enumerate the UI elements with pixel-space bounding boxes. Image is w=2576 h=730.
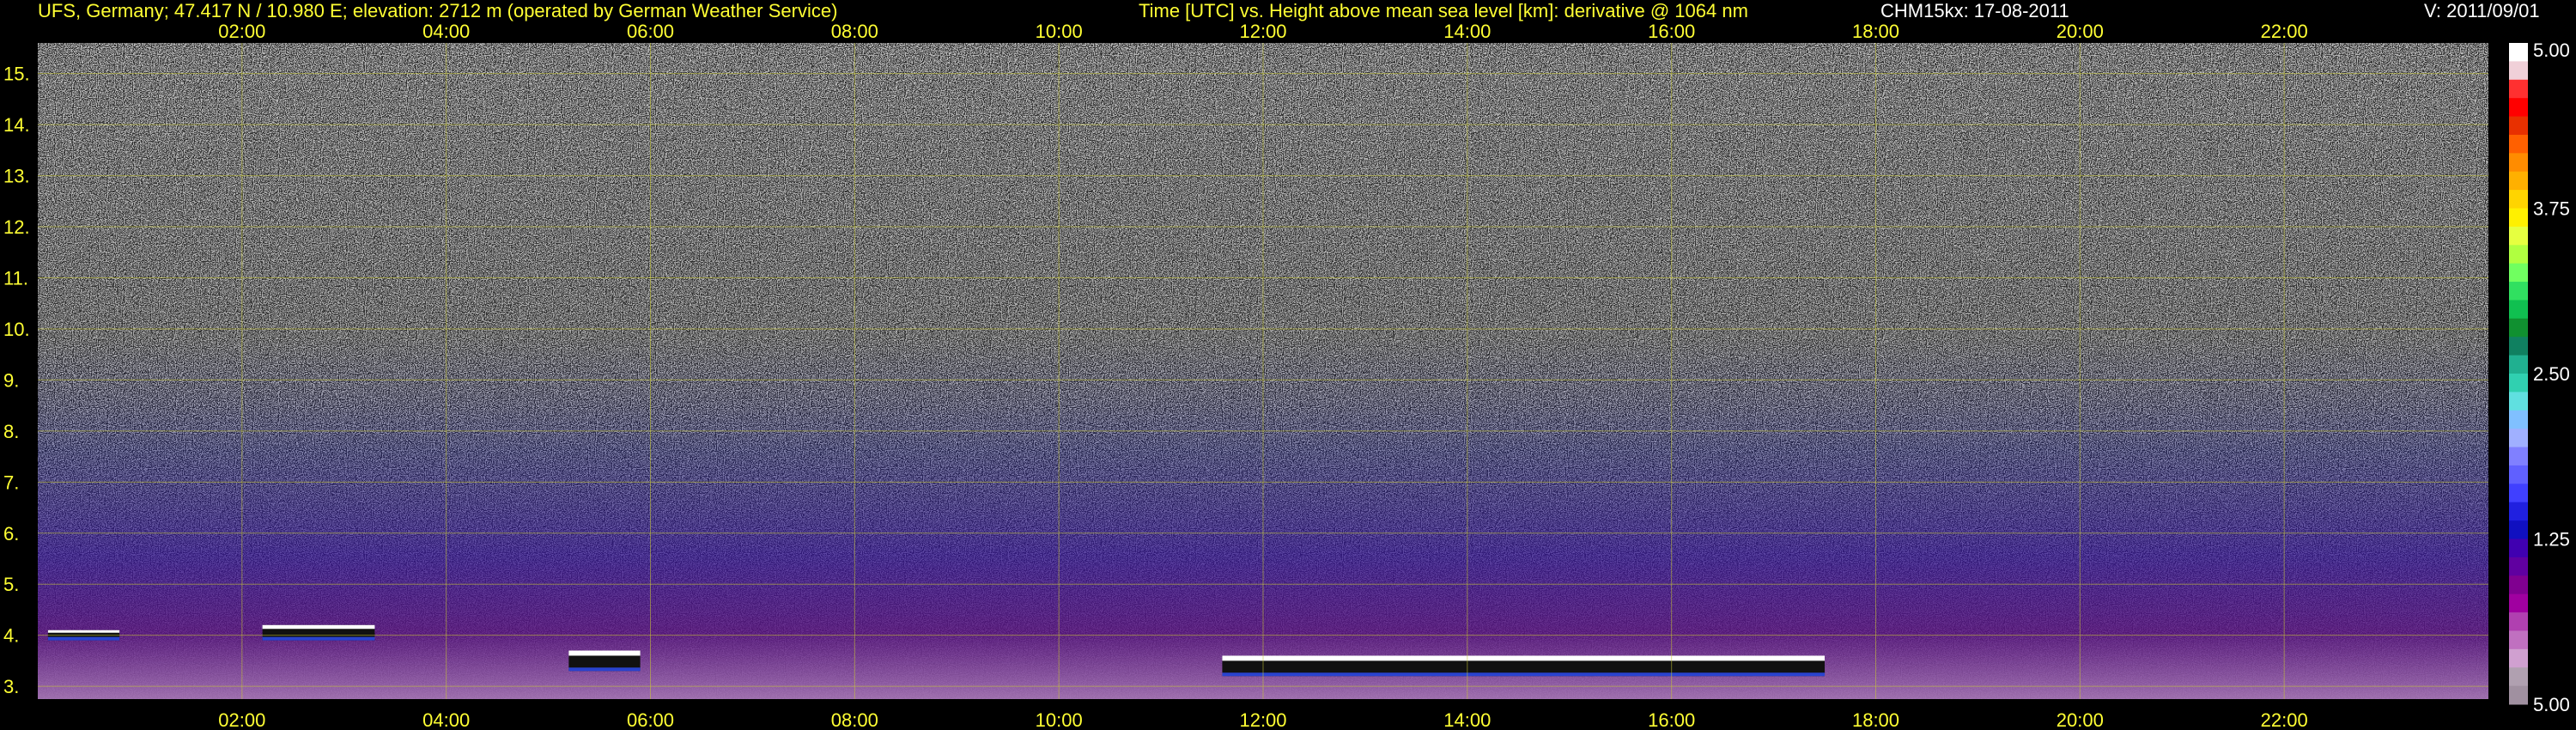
cloud-base-2	[568, 667, 641, 672]
colorbar-segment	[2509, 171, 2528, 191]
colorbar-segment	[2509, 153, 2528, 173]
colorbar-segment	[2509, 648, 2528, 668]
y-tick-label: 5.	[3, 574, 19, 595]
y-tick-label: 9.	[3, 369, 19, 391]
colorbar-label: 5.00	[2533, 694, 2570, 715]
colorbar-segment	[2509, 685, 2528, 705]
colorbar-segment	[2509, 282, 2528, 301]
x-tick-bottom-label: 16:00	[1648, 709, 1695, 730]
x-tick-top-label: 08:00	[831, 21, 878, 42]
colorbar-segment	[2509, 79, 2528, 99]
colorbar-segment	[2509, 447, 2528, 466]
x-tick-bottom-label: 12:00	[1239, 709, 1286, 730]
y-tick-label: 12.	[3, 216, 30, 238]
y-tick-label: 14.	[3, 114, 30, 136]
colorbar-segment	[2509, 208, 2528, 228]
colorbar-segment	[2509, 98, 2528, 118]
x-tick-bottom-label: 04:00	[422, 709, 470, 730]
colorbar-label: 1.25	[2533, 529, 2570, 551]
x-tick-top-label: 16:00	[1648, 21, 1695, 42]
cloud-base-3	[1222, 672, 1826, 677]
x-tick-top-label: 06:00	[627, 21, 674, 42]
x-tick-bottom-label: 14:00	[1443, 709, 1491, 730]
colorbar-segment	[2509, 134, 2528, 154]
colorbar-segment	[2509, 355, 2528, 374]
colorbar-segment	[2509, 410, 2528, 429]
colorbar-label: 5.00	[2533, 40, 2570, 61]
y-tick-label: 13.	[3, 166, 30, 187]
colorbar-segment	[2509, 61, 2528, 81]
colorbar-segment	[2509, 429, 2528, 448]
y-tick-label: 11.	[3, 267, 28, 289]
colorbar-segment	[2509, 300, 2528, 319]
colorbar-segment	[2509, 318, 2528, 338]
x-tick-top-label: 04:00	[422, 21, 470, 42]
colorbar-segment	[2509, 538, 2528, 558]
colorbar-segment	[2509, 575, 2528, 595]
x-tick-bottom-label: 10:00	[1036, 709, 1083, 730]
colorbar-label: 2.50	[2533, 363, 2570, 385]
cloud-top-2	[568, 650, 641, 656]
cloud-top-0	[47, 630, 120, 633]
colorbar-label: 3.75	[2533, 198, 2570, 220]
y-tick-label: 7.	[3, 471, 19, 493]
colorbar-segment	[2509, 392, 2528, 411]
colorbar-segment	[2509, 630, 2528, 650]
colorbar-segment	[2509, 337, 2528, 356]
colorbar-segment	[2509, 190, 2528, 209]
x-tick-top-label: 18:00	[1852, 21, 1899, 42]
y-tick-label: 4.	[3, 625, 19, 647]
x-tick-bottom-label: 20:00	[2057, 709, 2104, 730]
colorbar-segment	[2509, 116, 2528, 136]
colorbar-segment	[2509, 593, 2528, 613]
y-tick-label: 15.	[3, 64, 30, 85]
colorbar-segment	[2509, 667, 2528, 687]
colorbar-segment	[2509, 374, 2528, 392]
x-tick-bottom-label: 02:00	[218, 709, 265, 730]
colorbar-segment	[2509, 43, 2528, 62]
x-tick-bottom-label: 22:00	[2261, 709, 2308, 730]
colorbar-segment	[2509, 520, 2528, 539]
colorbar-segment	[2509, 612, 2528, 631]
cloud-base-0	[47, 636, 120, 641]
y-tick-label: 10.	[3, 319, 30, 340]
colorbar-segment	[2509, 557, 2528, 576]
x-tick-top-label: 10:00	[1036, 21, 1083, 42]
cloud-base-1	[262, 636, 375, 641]
colorbar-segment	[2509, 502, 2528, 521]
x-tick-top-label: 20:00	[2057, 21, 2104, 42]
y-tick-label: 6.	[3, 523, 19, 544]
colorbar-segment	[2509, 263, 2528, 283]
colorbar-segment	[2509, 226, 2528, 246]
x-tick-bottom-label: 08:00	[831, 709, 878, 730]
x-tick-top-label: 12:00	[1239, 21, 1286, 42]
cloud-top-1	[262, 624, 375, 630]
y-tick-label: 8.	[3, 421, 19, 442]
colorbar-segment	[2509, 245, 2528, 265]
x-tick-bottom-label: 18:00	[1852, 709, 1899, 730]
x-tick-bottom-label: 06:00	[627, 709, 674, 730]
y-tick-label: 3.	[3, 676, 19, 697]
cloud-top-3	[1222, 655, 1826, 661]
colorbar-segment	[2509, 484, 2528, 503]
lidar-heatmap-chart: 02:00 04:00 06:00 08:00 10:00 12:00 14:00 16:00…	[3, 21, 2570, 730]
x-tick-top-label: 14:00	[1443, 21, 1491, 42]
x-tick-top-label: 02:00	[218, 21, 265, 42]
x-tick-top-label: 22:00	[2261, 21, 2308, 42]
colorbar-segment	[2509, 465, 2528, 484]
